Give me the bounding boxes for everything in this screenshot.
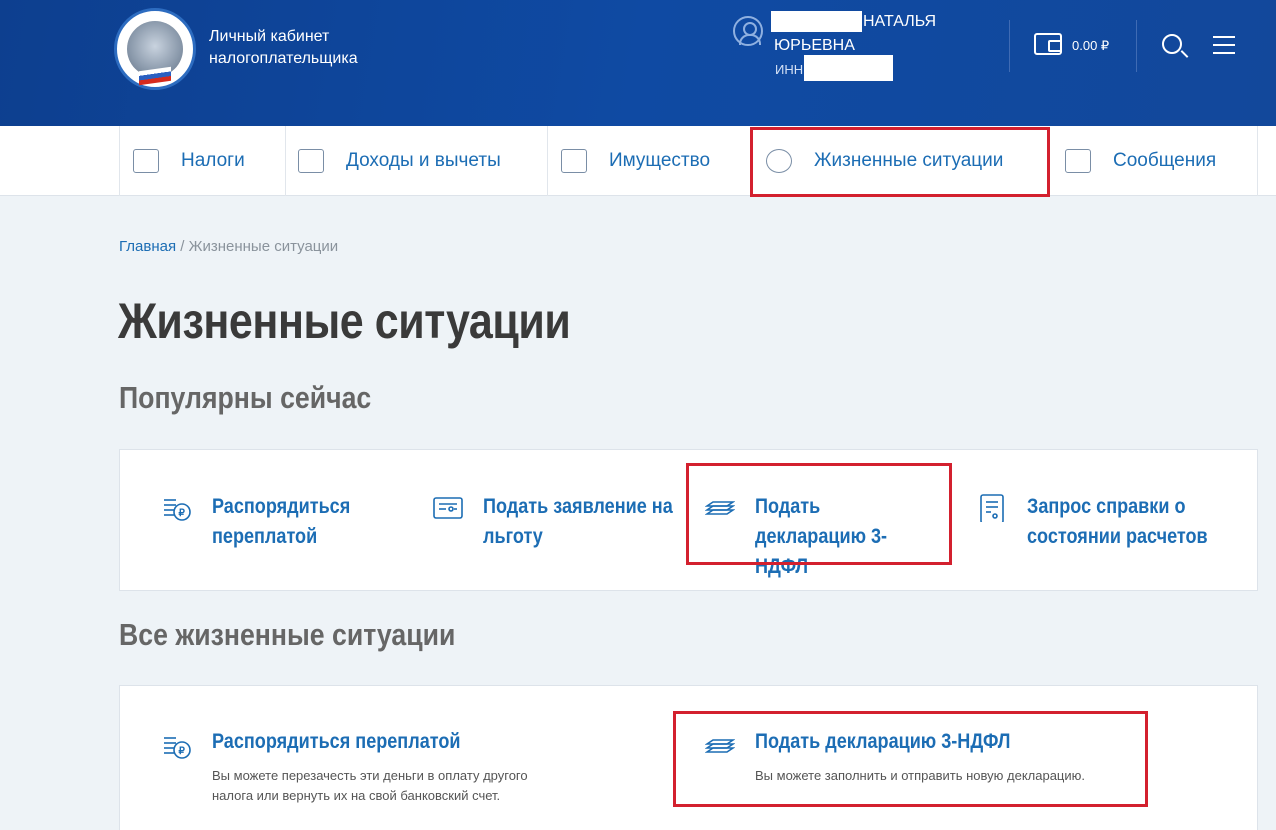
brand-title[interactable]: Личный кабинет налогоплательщика bbox=[209, 26, 358, 70]
balance-amount[interactable]: 0.00 ₽ bbox=[1072, 38, 1109, 54]
all-item-label: Распорядиться переплатой bbox=[212, 730, 461, 753]
header-divider bbox=[1136, 20, 1137, 72]
highlight-box bbox=[686, 463, 952, 565]
nav-item-label: Имущество bbox=[609, 150, 711, 171]
nav-item-label: Сообщения bbox=[1113, 150, 1217, 171]
redacted-surname bbox=[771, 11, 862, 32]
calculator-icon bbox=[133, 149, 159, 173]
form-icon bbox=[433, 497, 463, 519]
popular-section-title: Популярны сейчас bbox=[119, 380, 372, 415]
breadcrumb-home[interactable]: Главная bbox=[119, 238, 176, 255]
all-section-title: Все жизненные ситуации bbox=[119, 617, 456, 652]
page-title: Жизненные ситуации bbox=[118, 293, 571, 349]
breadcrumb-current: Жизненные ситуации bbox=[188, 238, 339, 255]
breadcrumb-separator: / bbox=[176, 238, 189, 255]
nav-item-label: Налоги bbox=[181, 150, 245, 171]
nav-divider bbox=[285, 126, 286, 196]
nav-divider bbox=[119, 126, 120, 196]
coins-ruble-icon: ₽ bbox=[164, 499, 191, 521]
wallet-icon[interactable] bbox=[1034, 33, 1062, 55]
highlight-box bbox=[673, 711, 1148, 807]
header-divider bbox=[1009, 20, 1010, 72]
user-icon[interactable] bbox=[733, 16, 763, 46]
popular-item-benefit[interactable]: Подать заявление на льготу bbox=[433, 492, 693, 556]
all-item-overpayment[interactable]: ₽ Распорядиться переплатой Вы можете пер… bbox=[162, 730, 612, 810]
header: Личный кабинет налогоплательщика НАТАЛЬЯ… bbox=[0, 0, 1276, 126]
breadcrumb: Главная / Жизненные ситуации bbox=[119, 238, 338, 255]
user-first-name: НАТАЛЬЯ bbox=[863, 13, 937, 30]
menu-icon[interactable] bbox=[1213, 36, 1235, 54]
flag-icon bbox=[139, 66, 171, 86]
brand-line-2: налогоплательщика bbox=[209, 50, 358, 67]
svg-text:₽: ₽ bbox=[179, 746, 186, 757]
document-list-icon bbox=[980, 494, 1004, 522]
envelope-icon bbox=[1065, 149, 1091, 173]
popular-item-statement[interactable]: Запрос справки о состоянии расчетов bbox=[977, 492, 1237, 556]
popular-item-label: Распорядиться переплатой bbox=[212, 495, 351, 548]
all-item-description: Вы можете перезачесть эти деньги в оплат… bbox=[212, 768, 528, 803]
nav-item-taxes[interactable]: Налоги bbox=[133, 126, 245, 196]
nav-item-income[interactable]: Доходы и вычеты bbox=[298, 126, 501, 196]
house-icon bbox=[561, 149, 587, 173]
svg-text:₽: ₽ bbox=[179, 508, 186, 519]
nav-item-messages[interactable]: Сообщения bbox=[1065, 126, 1216, 196]
brand-line-1: Личный кабинет bbox=[209, 28, 330, 45]
nav-item-label: Доходы и вычеты bbox=[346, 150, 501, 171]
search-icon[interactable] bbox=[1162, 34, 1182, 54]
redacted-inn bbox=[804, 55, 893, 81]
fns-logo[interactable] bbox=[114, 8, 196, 90]
popular-item-label: Запрос справки о состоянии расчетов bbox=[1027, 495, 1208, 548]
nav-divider bbox=[1257, 126, 1258, 196]
coins-ruble-icon: ₽ bbox=[164, 737, 191, 759]
popular-item-overpayment[interactable]: ₽ Распорядиться переплатой bbox=[162, 492, 402, 556]
highlight-box bbox=[750, 127, 1050, 197]
nav-item-property[interactable]: Имущество bbox=[561, 126, 710, 196]
main-nav: Налоги Доходы и вычеты Имущество Жизненн… bbox=[0, 126, 1276, 196]
nav-divider bbox=[547, 126, 548, 196]
ruble-doc-icon bbox=[298, 149, 324, 173]
inn-label: ИНН bbox=[775, 62, 804, 77]
popular-item-label: Подать заявление на льготу bbox=[483, 495, 673, 548]
